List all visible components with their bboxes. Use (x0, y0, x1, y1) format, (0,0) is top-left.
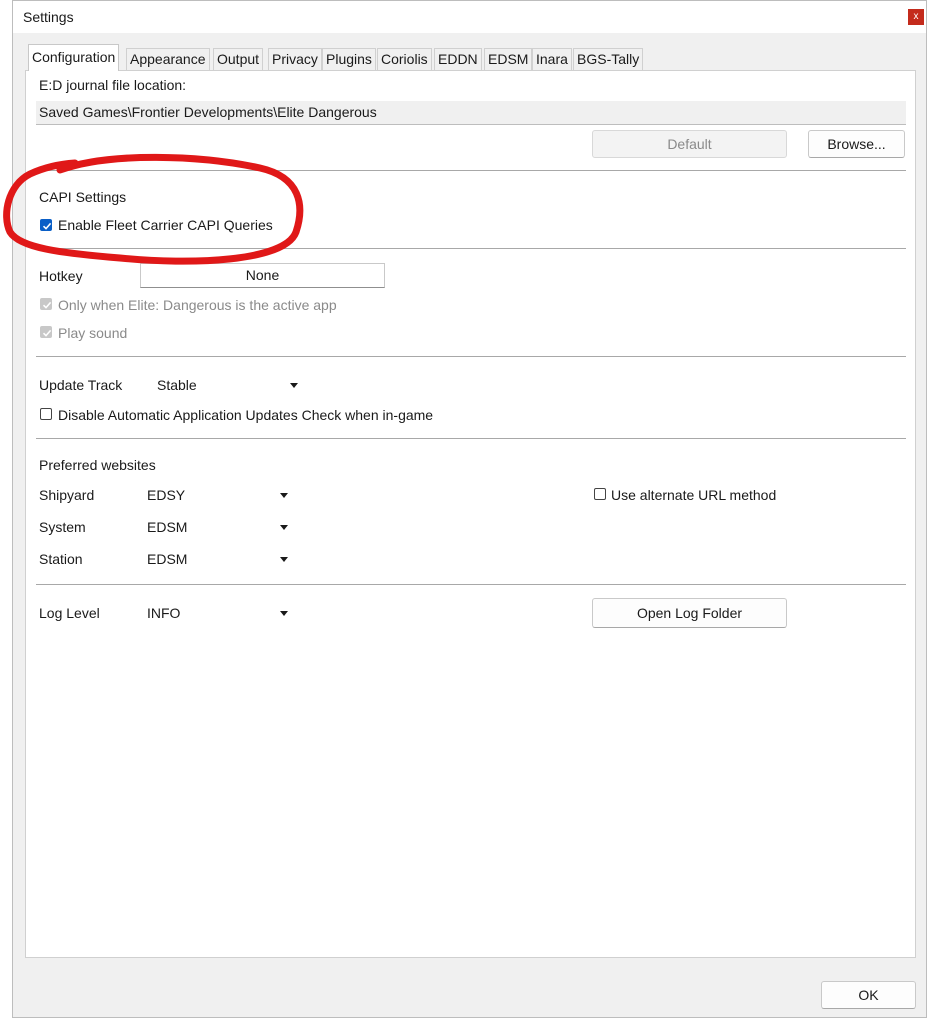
ok-button[interactable]: OK (821, 981, 916, 1009)
tab-output[interactable]: Output (213, 48, 264, 70)
browse-button[interactable]: Browse... (808, 130, 905, 158)
window-title: Settings (23, 9, 74, 25)
fleet-carrier-label: Enable Fleet Carrier CAPI Queries (58, 217, 273, 233)
play-sound-label: Play sound (58, 325, 128, 341)
settings-window: Settings x Configuration Appearance Outp… (12, 0, 927, 1018)
default-button[interactable]: Default (592, 130, 787, 158)
open-log-folder-button[interactable]: Open Log Folder (592, 598, 787, 628)
update-track-dropdown[interactable]: Stable (157, 377, 197, 393)
log-level-dropdown[interactable]: INFO (147, 605, 180, 621)
only-active-app-label: Only when Elite: Dangerous is the active… (58, 297, 337, 313)
system-dropdown[interactable]: EDSM (147, 519, 187, 535)
tab-appearance[interactable]: Appearance (126, 48, 210, 70)
title-bar: Settings x (13, 1, 926, 33)
tab-plugins[interactable]: Plugins (322, 48, 376, 70)
play-sound-checkbox[interactable] (40, 326, 52, 338)
hotkey-field[interactable]: None (140, 263, 385, 288)
system-label: System (39, 519, 86, 535)
separator (36, 438, 906, 439)
separator (36, 248, 906, 249)
separator (36, 170, 906, 171)
chevron-down-icon[interactable] (280, 525, 288, 530)
shipyard-dropdown[interactable]: EDSY (147, 487, 185, 503)
log-level-label: Log Level (39, 605, 100, 621)
disable-auto-update-checkbox[interactable] (40, 408, 52, 420)
checkmark-icon (42, 222, 52, 230)
hotkey-label: Hotkey (39, 268, 83, 284)
fleet-carrier-checkbox[interactable] (40, 219, 52, 231)
separator (36, 356, 906, 357)
journal-location-label: E:D journal file location: (39, 77, 187, 93)
separator (36, 584, 906, 585)
capi-settings-heading: CAPI Settings (39, 189, 127, 205)
disable-auto-update-label: Disable Automatic Application Updates Ch… (58, 407, 434, 423)
update-track-label: Update Track (39, 377, 123, 393)
chevron-down-icon[interactable] (280, 611, 288, 616)
tab-inara[interactable]: Inara (532, 48, 572, 70)
tab-coriolis[interactable]: Coriolis (377, 48, 432, 70)
tab-configuration[interactable]: Configuration (28, 44, 120, 71)
alternate-url-checkbox[interactable] (594, 488, 606, 500)
journal-path-field[interactable]: Saved Games\Frontier Developments\Elite … (36, 101, 906, 125)
close-button[interactable]: x (908, 9, 924, 25)
shipyard-label: Shipyard (39, 487, 95, 503)
alternate-url-label: Use alternate URL method (611, 487, 777, 503)
checkmark-icon (42, 301, 52, 309)
station-dropdown[interactable]: EDSM (147, 551, 187, 567)
tab-bgs-tally[interactable]: BGS-Tally (573, 48, 644, 70)
only-active-app-checkbox[interactable] (40, 298, 52, 310)
chevron-down-icon[interactable] (280, 557, 288, 562)
tab-privacy[interactable]: Privacy (268, 48, 322, 70)
chevron-down-icon[interactable] (280, 493, 288, 498)
station-label: Station (39, 551, 83, 567)
configuration-panel: E:D journal file location: Saved Games\F… (25, 70, 916, 958)
chevron-down-icon[interactable] (290, 383, 298, 388)
tab-eddn[interactable]: EDDN (434, 48, 482, 70)
tab-edsm[interactable]: EDSM (484, 48, 533, 70)
preferred-websites-heading: Preferred websites (39, 457, 156, 473)
checkmark-icon (42, 329, 52, 337)
